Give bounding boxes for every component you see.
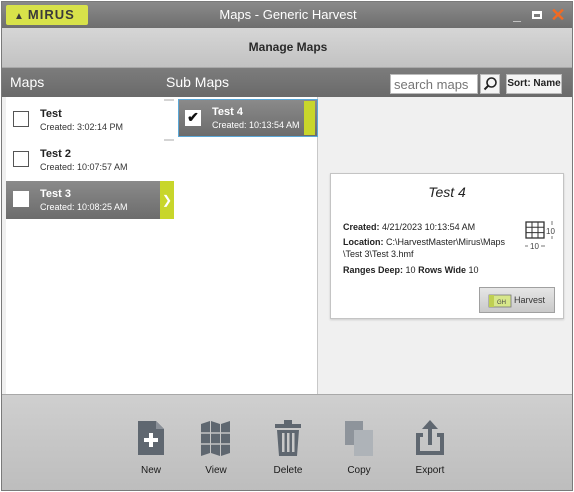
detail-ranges-label: Ranges Deep: — [343, 265, 404, 275]
detail-created: Created: 4/21/2023 10:13:54 AM — [343, 222, 475, 232]
delete-button[interactable]: Delete — [263, 419, 313, 476]
map-name: Test 3 — [40, 188, 71, 200]
copy-icon — [345, 421, 373, 456]
title-bar: ▲ MIRUS Maps - Generic Harvest _ ✕ — [2, 2, 572, 28]
delete-label: Delete — [273, 465, 303, 476]
submaps-heading: Sub Maps — [166, 74, 230, 90]
submaps-list — [174, 97, 318, 394]
map-created: Created: 10:07:57 AM — [40, 162, 128, 172]
map-name: Test — [40, 108, 62, 120]
detail-rows-label: Rows Wide — [418, 265, 467, 275]
bottom-toolbar: New View Delete Copy Export — [2, 394, 572, 490]
sort-button[interactable]: Sort: Name — [506, 74, 562, 94]
header-band: Manage Maps — [2, 28, 572, 68]
detail-ranges: Ranges Deep: 10 Rows Wide 10 — [343, 265, 479, 275]
submap-name: Test 4 — [212, 106, 243, 118]
harvest-button[interactable]: GH Harvest — [479, 287, 555, 313]
section-bar: Maps Sub Maps Sort: Name — [2, 68, 572, 97]
submap-created: Created: 10:13:54 AM — [212, 120, 300, 130]
grid-bottom-label: 10 — [530, 242, 539, 251]
map-checkbox[interactable] — [13, 151, 29, 167]
harvest-label: Harvest — [514, 295, 546, 305]
copy-button[interactable]: Copy — [334, 419, 384, 476]
harvest-icon-text: GH — [497, 300, 506, 306]
detail-created-label: Created: — [343, 222, 380, 232]
detail-created-value: 4/21/2023 10:13:54 AM — [382, 222, 476, 232]
detail-location-label: Location: — [343, 237, 384, 247]
search-button[interactable] — [480, 74, 500, 94]
window-title: Maps - Generic Harvest — [219, 7, 357, 22]
detail-location-value-1: C:\HarvestMaster\Mirus\Maps — [386, 237, 506, 247]
panel-area: Test Created: 3:02:14 PM Test 2 Created:… — [2, 97, 572, 394]
export-icon — [416, 420, 444, 455]
submap-accent-tab — [304, 101, 315, 135]
map-created: Created: 3:02:14 PM — [40, 122, 124, 132]
map-list-item[interactable]: Test Created: 3:02:14 PM — [6, 101, 174, 139]
map-list-item[interactable]: Test 2 Created: 10:07:57 AM — [6, 141, 174, 179]
map-checkbox[interactable] — [13, 111, 29, 127]
minimize-button[interactable]: _ — [508, 2, 526, 28]
view-button[interactable]: View — [191, 419, 241, 476]
map-created: Created: 10:08:25 AM — [40, 202, 128, 212]
chevron-right-icon[interactable]: ❯ — [160, 181, 174, 219]
submap-checkbox[interactable]: ✔ — [185, 110, 201, 126]
detail-title: Test 4 — [428, 184, 466, 200]
new-file-icon — [138, 421, 164, 455]
maps-list: Test Created: 3:02:14 PM Test 2 Created:… — [6, 97, 178, 394]
page-title: Manage Maps — [248, 40, 328, 54]
submap-list-item-selected[interactable]: ✔ Test 4 Created: 10:13:54 AM — [178, 99, 318, 137]
trash-icon — [275, 420, 301, 456]
export-label: Export — [415, 465, 445, 476]
detail-location: Location: C:\HarvestMaster\Mirus\Maps — [343, 237, 505, 247]
close-button[interactable]: ✕ — [548, 2, 568, 28]
detail-location-line2: \Test 3\Test 3.hmf — [343, 249, 414, 259]
map-name: Test 2 — [40, 148, 71, 160]
map-list-item-selected[interactable]: Test 3 Created: 10:08:25 AM ❯ — [6, 181, 174, 219]
copy-label: Copy — [347, 465, 371, 476]
new-button[interactable]: New — [126, 419, 176, 476]
detail-ranges-value: 10 — [405, 265, 416, 275]
detail-rows-value: 10 — [468, 265, 479, 275]
harvest-icon: GH — [488, 294, 512, 308]
maps-heading: Maps — [10, 74, 45, 90]
grid-right-label: 10 — [546, 227, 555, 236]
grid-dimensions-icon: 10 10 — [524, 220, 559, 259]
maximize-icon — [532, 11, 542, 19]
new-label: New — [140, 465, 161, 476]
view-label: View — [205, 465, 227, 476]
maximize-button[interactable] — [528, 2, 546, 28]
search-icon — [483, 77, 497, 91]
search-input[interactable] — [390, 74, 478, 94]
export-button[interactable]: Export — [405, 419, 455, 476]
map-view-icon — [201, 421, 230, 456]
map-checkbox[interactable] — [13, 191, 29, 207]
map-detail-card: Test 4 Created: 4/21/2023 10:13:54 AM Lo… — [330, 173, 564, 319]
app-window: ▲ MIRUS Maps - Generic Harvest _ ✕ Manage… — [1, 1, 573, 491]
